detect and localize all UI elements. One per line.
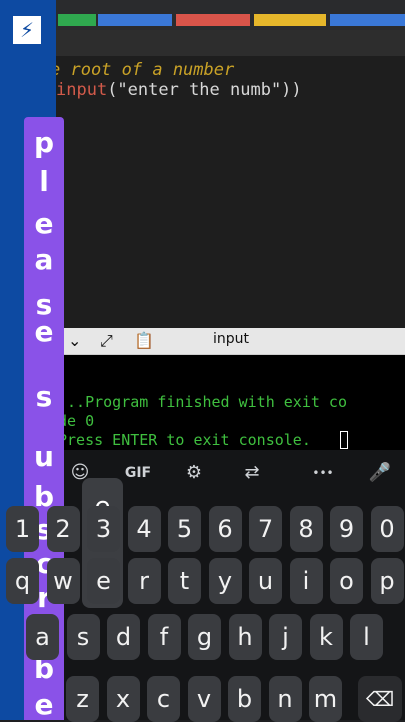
key-9[interactable]: 9 — [330, 506, 363, 552]
tab-yellow[interactable] — [254, 14, 326, 26]
subscribe-letter: e — [34, 207, 54, 240]
subscribe-letter: l — [39, 165, 49, 198]
lightning-icon: ⚡ — [19, 18, 35, 42]
key-d[interactable]: d — [107, 614, 140, 660]
key-u[interactable]: u — [249, 558, 282, 604]
top-bar — [0, 0, 405, 30]
copy-icon[interactable]: 📋 — [134, 331, 154, 350]
key-w[interactable]: w — [46, 558, 80, 604]
key-a[interactable]: a — [26, 614, 59, 660]
expand-icon[interactable]: ⤢ — [100, 331, 113, 351]
key-7[interactable]: 7 — [249, 506, 282, 552]
key-p[interactable]: p — [370, 558, 404, 604]
gif-button[interactable]: GIF — [120, 465, 156, 481]
editor-header — [56, 30, 405, 56]
tab-red[interactable] — [176, 14, 250, 26]
key-i[interactable]: i — [289, 558, 323, 604]
key-b[interactable]: b — [228, 676, 261, 722]
key-k[interactable]: k — [309, 614, 343, 660]
key-n[interactable]: n — [268, 676, 302, 722]
key-6[interactable]: 6 — [208, 506, 242, 552]
microphone-icon[interactable]: 🎤 — [368, 462, 392, 483]
key-j[interactable]: j — [269, 614, 302, 660]
key-5[interactable]: 5 — [168, 506, 201, 552]
key-r[interactable]: r — [127, 558, 161, 604]
key-2[interactable]: 2 — [46, 506, 80, 552]
translate-icon[interactable]: ⇄ — [240, 462, 264, 483]
subscribe-letter: p — [33, 126, 55, 159]
console-line: ...Program finished with exit co — [58, 393, 347, 411]
key-q[interactable]: q — [6, 558, 39, 604]
key-f[interactable]: f — [147, 614, 181, 660]
key-0[interactable]: 0 — [370, 506, 404, 552]
console-line: Press ENTER to exit console. — [58, 431, 311, 449]
key-v[interactable]: v — [187, 676, 221, 722]
backspace-key[interactable]: ⌫ — [358, 676, 402, 722]
gear-icon[interactable]: ⚙ — [182, 462, 206, 483]
subscribe-letter: s — [35, 380, 53, 413]
key-8[interactable]: 8 — [289, 506, 323, 552]
flash-button[interactable]: ⚡ — [11, 14, 43, 46]
chevron-down-icon[interactable]: ⌄ — [68, 331, 81, 350]
key-s[interactable]: s — [66, 614, 100, 660]
key-c[interactable]: c — [147, 676, 180, 722]
key-h[interactable]: h — [228, 614, 262, 660]
key-o[interactable]: o — [330, 558, 363, 604]
console-tab-input[interactable]: input — [213, 331, 249, 347]
code-input-line: input("enter the numb")) — [56, 80, 302, 100]
tab-blue[interactable] — [98, 14, 172, 26]
key-t[interactable]: t — [168, 558, 201, 604]
key-1[interactable]: 1 — [6, 506, 39, 552]
code-arguments: ("enter the numb")) — [107, 80, 302, 100]
code-keyword: input — [56, 80, 108, 100]
subscribe-letter: e — [34, 315, 54, 348]
tab-blue-2[interactable] — [330, 14, 405, 26]
subscribe-letter: a — [34, 243, 54, 276]
subscribe-letter: e — [34, 688, 54, 721]
key-e[interactable]: e — [87, 558, 120, 604]
key-z[interactable]: z — [66, 676, 99, 722]
code-comment-line: e root of a number — [50, 60, 235, 80]
key-3[interactable]: 3 — [87, 506, 120, 552]
key-4[interactable]: 4 — [127, 506, 161, 552]
subscribe-letter: u — [34, 440, 54, 473]
key-l[interactable]: l — [350, 614, 383, 660]
more-options-icon[interactable]: ••• — [308, 466, 338, 480]
key-x[interactable]: x — [106, 676, 140, 722]
key-y[interactable]: y — [208, 558, 242, 604]
text-cursor — [340, 431, 348, 449]
key-m[interactable]: m — [309, 676, 342, 722]
key-g[interactable]: g — [188, 614, 221, 660]
tab-green[interactable] — [58, 14, 96, 26]
